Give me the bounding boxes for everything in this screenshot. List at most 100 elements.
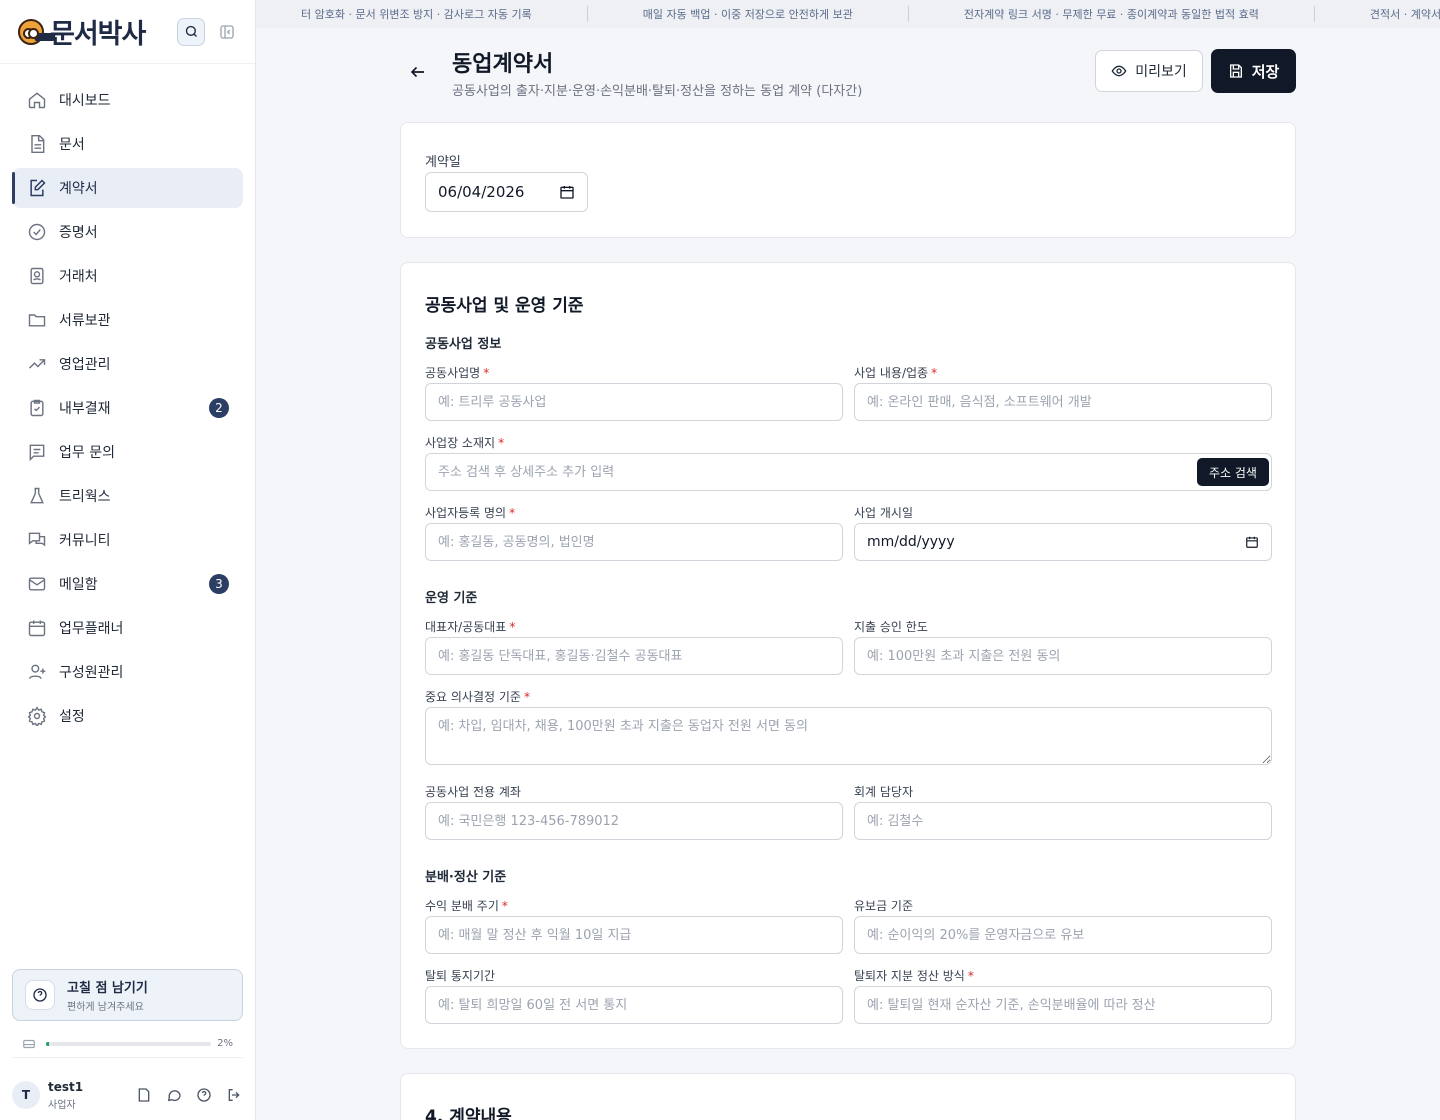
floppy-disk-icon bbox=[1229, 64, 1242, 78]
business-type-label: 사업 내용/업종 * bbox=[854, 366, 938, 380]
sidebar-item-settings[interactable]: 설정 bbox=[12, 696, 243, 736]
user-plus-icon bbox=[26, 661, 48, 683]
address-search-button[interactable]: 주소 검색 bbox=[1197, 458, 1269, 486]
business-type-input[interactable] bbox=[854, 383, 1272, 421]
spend-limit-input[interactable] bbox=[854, 637, 1272, 675]
sidebar-item-approval[interactable]: 내부결재 2 bbox=[12, 388, 243, 428]
save-label: 저장 bbox=[1251, 62, 1280, 81]
page-subtitle: 공동사업의 출자·지분·운영·손익분배·탈퇴·정산을 정하는 동업 계약 (다자… bbox=[452, 84, 863, 99]
sidebar-item-members[interactable]: 구성원관리 bbox=[12, 652, 243, 692]
sidebar-item-sales[interactable]: 영업관리 bbox=[12, 344, 243, 384]
decision-label: 중요 의사결정 기준 * bbox=[425, 690, 530, 704]
sidebar-item-triworks[interactable]: 트리웍스 bbox=[12, 476, 243, 516]
avatar[interactable]: T bbox=[12, 1081, 40, 1109]
sidebar-item-documents[interactable]: 문서 bbox=[12, 124, 243, 164]
search-button[interactable] bbox=[177, 17, 205, 46]
sidebar-item-dashboard[interactable]: 대시보드 bbox=[12, 80, 243, 120]
registrant-input[interactable] bbox=[425, 523, 843, 561]
start-date-label: 사업 개시일 bbox=[854, 506, 914, 520]
calendar-icon bbox=[26, 617, 48, 639]
sidebar-item-inquiry[interactable]: 업무 문의 bbox=[12, 432, 243, 472]
trend-up-icon bbox=[26, 353, 48, 375]
address-input[interactable] bbox=[425, 453, 1272, 491]
feedback-subtitle: 편하게 남겨주세요 bbox=[67, 1002, 144, 1013]
help-icon[interactable] bbox=[194, 1085, 214, 1105]
spend-limit-label: 지출 승인 한도 bbox=[854, 620, 928, 634]
sidebar-item-community[interactable]: 커뮤니티 bbox=[12, 520, 243, 560]
user-role: 사업자 bbox=[48, 1099, 76, 1111]
sidebar-item-label: 문서 bbox=[59, 137, 85, 153]
notes-icon[interactable] bbox=[134, 1085, 154, 1105]
contract-date-input[interactable]: 06/04/2026 bbox=[425, 172, 588, 212]
approval-count-badge: 2 bbox=[209, 398, 229, 418]
profit-cycle-input[interactable] bbox=[425, 916, 843, 954]
drive-icon bbox=[23, 1039, 35, 1048]
contract-date-value: 06/04/2026 bbox=[438, 183, 525, 201]
back-button[interactable] bbox=[406, 60, 430, 84]
representative-input[interactable] bbox=[425, 637, 843, 675]
sidebar-item-label: 커뮤니티 bbox=[59, 533, 111, 549]
gear-icon bbox=[26, 705, 48, 727]
storage-percent: 2% bbox=[217, 1038, 233, 1049]
storage-bar bbox=[46, 1041, 212, 1046]
sidebar-item-contracts[interactable]: 계약서 bbox=[12, 168, 243, 208]
preview-label: 미리보기 bbox=[1135, 64, 1187, 80]
storage-usage: 2% bbox=[12, 1030, 243, 1058]
decision-textarea[interactable] bbox=[425, 707, 1272, 765]
representative-label: 대표자/공동대표 * bbox=[425, 620, 516, 634]
user-panel: T test1 사업자 bbox=[0, 1070, 256, 1120]
eye-icon bbox=[1111, 65, 1127, 77]
section-title: 공동사업 및 운영 기준 bbox=[425, 296, 584, 316]
sidebar-item-archive[interactable]: 서류보관 bbox=[12, 300, 243, 340]
chat-bubbles-icon bbox=[26, 529, 48, 551]
chat-icon[interactable] bbox=[164, 1085, 184, 1105]
mail-count-badge: 3 bbox=[209, 574, 229, 594]
profit-cycle-label: 수익 분배 주기 * bbox=[425, 899, 508, 913]
accountant-label: 회계 담당자 bbox=[854, 785, 914, 799]
group-title-settlement: 분배·정산 기준 bbox=[425, 870, 507, 885]
sidebar-item-label: 서류보관 bbox=[59, 313, 111, 329]
reserve-label: 유보금 기준 bbox=[854, 899, 914, 913]
sidebar-collapse-icon bbox=[220, 24, 234, 39]
feedback-title: 고칠 점 남기기 bbox=[67, 981, 148, 996]
accountant-input[interactable] bbox=[854, 802, 1272, 840]
sidebar-item-label: 계약서 bbox=[59, 181, 98, 197]
registrant-label: 사업자등록 명의 * bbox=[425, 506, 516, 520]
reserve-input[interactable] bbox=[854, 916, 1272, 954]
section-title: 4. 계약내용 bbox=[425, 1107, 512, 1120]
help-chat-icon bbox=[25, 980, 55, 1010]
joint-business-card: 공동사업 및 운영 기준 공동사업 정보 공동사업명* 사업 내용/업종* 사업… bbox=[400, 262, 1296, 1049]
start-date-input[interactable]: mm/dd/yyyy bbox=[854, 523, 1272, 561]
calendar-picker-icon[interactable] bbox=[1245, 535, 1259, 549]
page-title: 동업계약서 bbox=[452, 52, 554, 77]
sidebar-item-label: 업무플래너 bbox=[59, 621, 124, 637]
logout-icon[interactable] bbox=[224, 1085, 244, 1105]
sidebar: 문서박사 대시보드 문서 계약서 증명서 거래처 서류보관 영업관리 내부결재 … bbox=[0, 0, 256, 1120]
sidebar-item-partners[interactable]: 거래처 bbox=[12, 256, 243, 296]
document-icon bbox=[26, 133, 48, 155]
sidebar-item-label: 구성원관리 bbox=[59, 665, 124, 681]
message-lines-icon bbox=[26, 441, 48, 463]
business-name-input[interactable] bbox=[425, 383, 843, 421]
sidebar-item-planner[interactable]: 업무플래너 bbox=[12, 608, 243, 648]
group-title-business-info: 공동사업 정보 bbox=[425, 337, 502, 352]
withdraw-settle-input[interactable] bbox=[854, 986, 1272, 1024]
preview-button[interactable]: 미리보기 bbox=[1095, 50, 1203, 92]
account-input[interactable] bbox=[425, 802, 843, 840]
sidebar-item-mail[interactable]: 메일함 3 bbox=[12, 564, 243, 604]
home-icon bbox=[26, 89, 48, 111]
sidebar-item-label: 설정 bbox=[59, 709, 85, 725]
collapse-sidebar-button[interactable] bbox=[217, 22, 237, 42]
withdraw-notice-input[interactable] bbox=[425, 986, 843, 1024]
sidebar-item-label: 증명서 bbox=[59, 225, 98, 241]
contract-date-card: 계약일 06/04/2026 bbox=[400, 122, 1296, 238]
ticker-item: 터 암호화 · 문서 위변조 방지 · 감사로그 자동 기록 bbox=[256, 6, 588, 22]
announcement-ticker: 터 암호화 · 문서 위변조 방지 · 감사로그 자동 기록 매일 자동 백업 … bbox=[256, 0, 1440, 28]
business-name-label: 공동사업명 * bbox=[425, 366, 490, 380]
brand-header: 문서박사 bbox=[0, 0, 255, 64]
calendar-picker-icon[interactable] bbox=[559, 184, 575, 200]
feedback-button[interactable]: 고칠 점 남기기 편하게 남겨주세요 bbox=[12, 969, 243, 1021]
contract-date-label: 계약일 bbox=[425, 155, 461, 170]
save-button[interactable]: 저장 bbox=[1211, 49, 1296, 93]
sidebar-item-certificates[interactable]: 증명서 bbox=[12, 212, 243, 252]
